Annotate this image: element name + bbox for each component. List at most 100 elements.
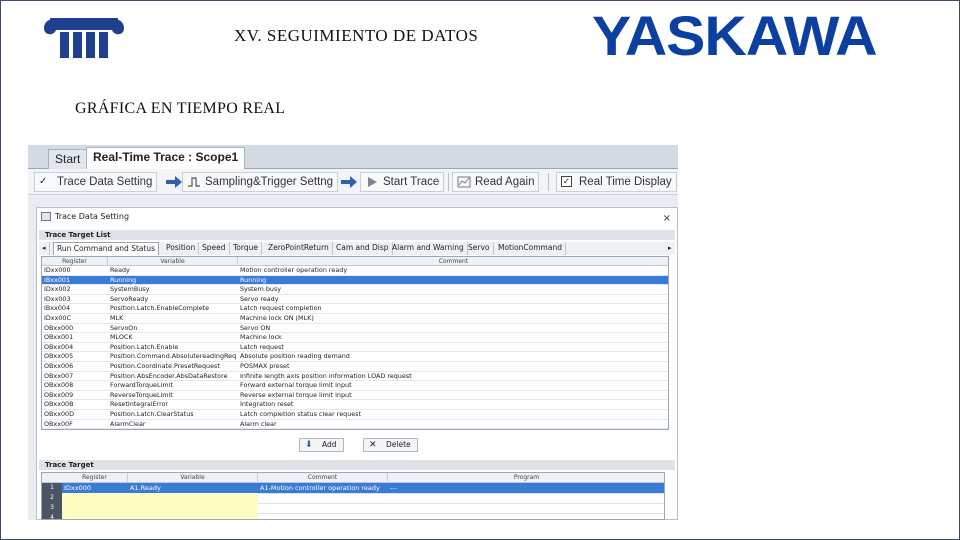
cell-variable: SystemBusy (110, 285, 150, 294)
delete-button[interactable]: ✕ Delete (363, 438, 418, 452)
cell-register: OBxx001 (44, 333, 74, 342)
table-row[interactable]: OBxx00F AlarmClear Alarm clear (42, 419, 668, 429)
cell-comment[interactable] (258, 493, 388, 503)
cell-comment: Absolute position reading demand (240, 352, 350, 361)
tab-alarm-warning[interactable]: Alarm and Warning (389, 242, 468, 255)
cell-comment: Motion controller operation ready (240, 266, 348, 274)
cell-variable: Position.Latch.ClearStatus (110, 410, 194, 418)
trace-data-setting-button[interactable]: ✓ Trace Data Setting (34, 172, 158, 192)
trigger-icon (188, 177, 200, 187)
cell-comment[interactable] (258, 503, 388, 513)
cell-register[interactable]: IDxx000 (62, 483, 128, 493)
table-row[interactable]: OBxx000 ServoOn Servo ON (42, 323, 668, 334)
table-row[interactable]: IBxx001 Running Running (42, 275, 668, 286)
slide-subtitle: GRÁFICA EN TIEMPO REAL (75, 100, 286, 117)
close-icon[interactable]: × (663, 210, 671, 228)
cell-comment: Reverse external torque limit input (240, 390, 352, 399)
slide-title: XV. SEGUIMIENTO DE DATOS (234, 26, 479, 45)
scroll-left-icon[interactable]: ◂ (39, 242, 50, 255)
add-button[interactable]: ⬇ Add (299, 438, 344, 452)
cell-register: IBxx001 (44, 275, 71, 284)
column-header-register[interactable]: Register (62, 473, 128, 483)
cell-variable: Position.AbsEncoder.AbsDataRestore (110, 371, 228, 380)
cell-comment: System busy (240, 285, 282, 294)
cell-register: IDxx002 (44, 285, 71, 294)
scroll-right-icon[interactable]: ▸ (665, 242, 675, 255)
table-row[interactable]: OBxx00B ResetIntegralError Integration res… (42, 400, 668, 410)
trace-target-list-grid: Register Variable Comment IDxx000 Ready Mo… (41, 256, 669, 430)
cell-register: IDxx000 (44, 266, 71, 274)
table-row[interactable]: OBxx008 ForwardTorqueLimit Forward externa… (42, 381, 668, 391)
column-header-register[interactable]: Register (42, 257, 108, 266)
tab-torque[interactable]: Torque (230, 242, 262, 255)
table-row[interactable]: OBxx001 MLOCK Machine lock (42, 333, 668, 343)
table-row[interactable]: OBxx007 Position.AbsEncoder.AbsDataRestor… (42, 371, 668, 382)
cell-program[interactable] (388, 513, 664, 519)
column-header-variable[interactable]: Variable (128, 473, 258, 483)
cell-variable[interactable]: A1.Ready (128, 483, 258, 493)
table-row[interactable]: IDxx000 Ready Motion controller operation … (42, 266, 668, 276)
tab-cam-and-disp[interactable]: Cam and Disp (333, 242, 393, 255)
cell-register: OBxx004 (44, 342, 74, 351)
cell-program[interactable] (388, 503, 664, 513)
table-row[interactable]: OBxx005 Position.Command.AbsolutereadingR… (42, 352, 668, 362)
table-row[interactable]: OBxx009 ReverseTorqueLimit Reverse externa… (42, 390, 668, 401)
cell-comment: Latch request (240, 342, 284, 351)
cell-register[interactable] (62, 503, 128, 513)
brand-logo: YASKAWA (592, 4, 878, 67)
cell-variable: Ready (110, 266, 130, 274)
cell-register: OBxx00F (44, 419, 73, 428)
app-screenshot: Start Real-Time Trace : Scope1 ✓ Trace D… (28, 145, 678, 520)
trace-target-list-header: Trace Target List (39, 230, 675, 240)
tab-run-command[interactable]: Run Command and Status (53, 242, 160, 255)
cell-variable: ServoOn (110, 323, 138, 332)
table-row[interactable]: IDxx002 SystemBusy System busy (42, 285, 668, 295)
row-number: 3 (42, 503, 62, 513)
cell-program[interactable] (388, 493, 664, 503)
column-header-comment[interactable]: Comment (258, 473, 388, 483)
read-again-button[interactable]: Read Again (452, 172, 540, 192)
column-header-comment[interactable]: Comment (238, 257, 668, 266)
row-number: 2 (42, 493, 62, 503)
tab-zero-point-return[interactable]: ZeroPointReturn (265, 242, 333, 255)
cell-variable[interactable] (128, 513, 258, 519)
cell-comment: Machine lock ON (MLK) (240, 314, 314, 322)
cell-program[interactable]: --- (388, 483, 664, 493)
tab-servo[interactable]: Servo (465, 242, 494, 255)
chart-icon (457, 176, 471, 188)
cell-register[interactable] (62, 493, 128, 503)
cell-register[interactable] (62, 513, 128, 519)
play-icon (368, 177, 377, 187)
sampling-trigger-button[interactable]: Sampling&Trigger Settng (182, 172, 339, 192)
cell-variable: Position.Command.AbsolutereadingReq (110, 352, 237, 361)
cell-comment: Servo ready (240, 294, 279, 303)
tab-position[interactable]: Position (163, 242, 200, 255)
tab-real-time-trace[interactable]: Real-Time Trace : Scope1 (86, 147, 246, 170)
table-row[interactable]: OBxx006 Position.Coordinate.PresetRequest… (42, 362, 668, 372)
table-row[interactable]: 4 (42, 513, 664, 519)
table-row[interactable]: IDxx00C MLK Machine lock ON (MLK) (42, 314, 668, 324)
column-header-variable[interactable]: Variable (108, 257, 238, 266)
arrow-down-icon: ⬇ (305, 440, 313, 450)
table-row[interactable]: IDxx003 ServoReady Servo ready (42, 294, 668, 305)
start-trace-button[interactable]: Start Trace (360, 172, 445, 192)
cell-comment[interactable] (258, 513, 388, 519)
cell-variable[interactable] (128, 503, 258, 513)
table-row[interactable]: OBxx004 Position.Latch.Enable Latch reques… (42, 342, 668, 353)
checkbox-checked-icon[interactable]: ✓ (561, 176, 572, 187)
tab-speed[interactable]: Speed (199, 242, 230, 255)
tab-motion-command[interactable]: MotionCommand (495, 242, 566, 255)
cell-register: OBxx007 (44, 371, 74, 380)
table-row[interactable]: IBxx004 Position.Latch.EnableComplete Latc… (42, 304, 668, 314)
cell-comment: Latch request completion (240, 304, 322, 313)
cell-variable: ResetIntegralError (110, 400, 169, 409)
cell-register: OBxx000 (44, 323, 74, 332)
column-header-program[interactable]: Program (388, 473, 664, 483)
tab-start[interactable]: Start (48, 149, 88, 169)
table-row[interactable]: OBxx00D Position.Latch.ClearStatus Latch c… (42, 410, 668, 420)
cell-comment: Infinite length axis position informatio… (240, 371, 412, 380)
dialog-title: Trace Data Setting × (37, 208, 677, 226)
real-time-display-toggle[interactable]: ✓ Real Time Display (556, 172, 677, 192)
cell-variable[interactable] (128, 493, 258, 503)
cell-comment[interactable]: A1-Motion controller operation ready (258, 483, 388, 493)
